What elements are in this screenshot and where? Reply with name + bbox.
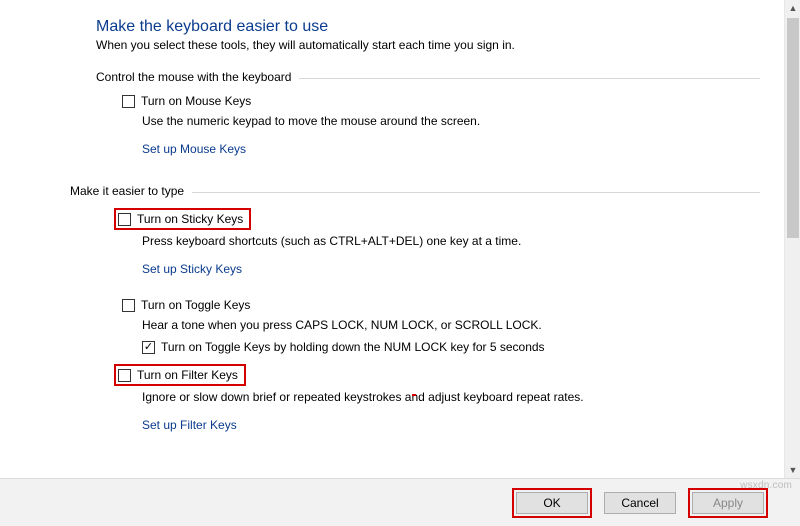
sticky-keys-highlight: Turn on Sticky Keys <box>114 208 251 230</box>
toggle-keys-desc: Hear a tone when you press CAPS LOCK, NU… <box>142 318 760 332</box>
watermark: wsxdn.com <box>740 480 792 491</box>
toggle-keys-hold-checkbox[interactable] <box>142 341 155 354</box>
sticky-keys-desc: Press keyboard shortcuts (such as CTRL+A… <box>142 234 760 248</box>
filter-keys-highlight: Turn on Filter Keys <box>114 364 246 386</box>
scroll-down-arrow-icon[interactable]: ▼ <box>785 462 800 478</box>
vertical-scrollbar[interactable]: ▲ ▼ <box>784 0 800 478</box>
group-mouse: Control the mouse with the keyboard Turn… <box>96 70 760 170</box>
filter-keys-checkbox[interactable] <box>118 369 131 382</box>
page-title: Make the keyboard easier to use <box>96 18 760 36</box>
toggle-keys-checkbox[interactable] <box>122 299 135 312</box>
scroll-thumb[interactable] <box>787 18 799 238</box>
divider <box>192 192 760 193</box>
dialog-footer: OK Cancel Apply <box>0 478 800 526</box>
stray-mark <box>412 394 416 396</box>
toggle-keys-hold-label: Turn on Toggle Keys by holding down the … <box>161 340 545 354</box>
ok-button[interactable]: OK <box>516 492 588 514</box>
apply-button[interactable]: Apply <box>692 492 764 514</box>
mouse-keys-checkbox[interactable] <box>122 95 135 108</box>
sticky-keys-label: Turn on Sticky Keys <box>137 212 243 226</box>
setup-mouse-keys-link[interactable]: Set up Mouse Keys <box>142 142 246 156</box>
mouse-keys-desc: Use the numeric keypad to move the mouse… <box>142 114 760 128</box>
setup-filter-keys-link[interactable]: Set up Filter Keys <box>142 418 237 432</box>
group-type: Make it easier to type Turn on Sticky Ke… <box>96 184 760 436</box>
cancel-button[interactable]: Cancel <box>604 492 676 514</box>
filter-keys-label: Turn on Filter Keys <box>137 368 238 382</box>
content-pane: Make the keyboard easier to use When you… <box>0 0 784 478</box>
page-subtitle: When you select these tools, they will a… <box>96 38 760 52</box>
apply-highlight: Apply <box>688 488 768 518</box>
filter-keys-desc: Ignore or slow down brief or repeated ke… <box>142 390 760 404</box>
mouse-keys-label: Turn on Mouse Keys <box>141 94 251 108</box>
group-type-title: Make it easier to type <box>70 184 192 198</box>
toggle-keys-label: Turn on Toggle Keys <box>141 298 250 312</box>
setup-sticky-keys-link[interactable]: Set up Sticky Keys <box>142 262 242 276</box>
divider <box>299 78 760 79</box>
ok-highlight: OK <box>512 488 592 518</box>
scroll-up-arrow-icon[interactable]: ▲ <box>785 0 800 16</box>
group-mouse-title: Control the mouse with the keyboard <box>96 70 299 84</box>
sticky-keys-checkbox[interactable] <box>118 213 131 226</box>
